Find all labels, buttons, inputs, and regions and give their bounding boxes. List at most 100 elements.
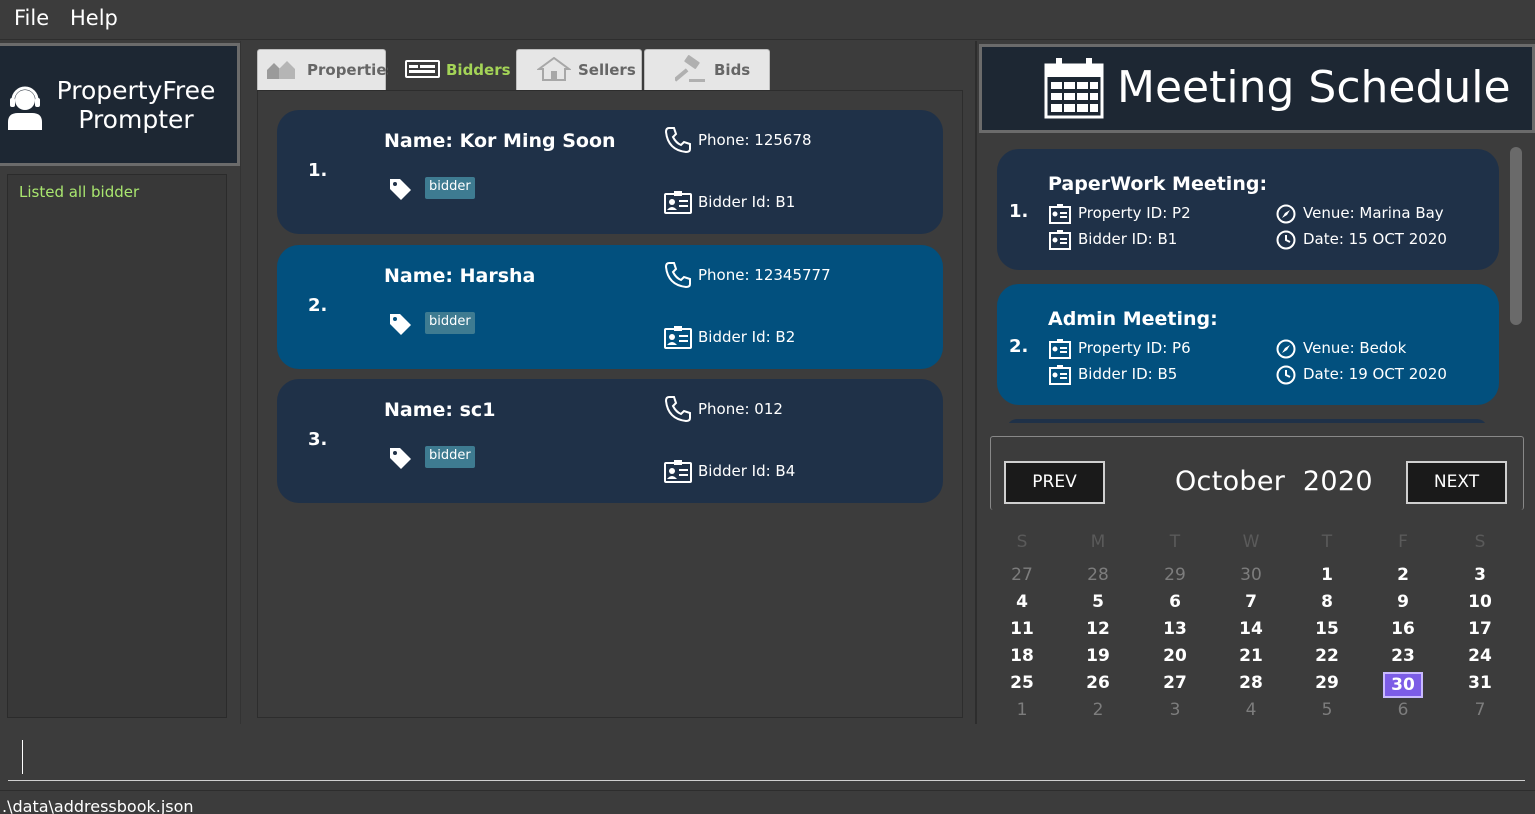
tab-properties[interactable]: Properties [257,49,395,90]
calendar-day[interactable]: 30 [1231,564,1271,590]
calendar-month: October [1175,466,1286,497]
card-index: 1. [308,160,328,181]
calendar-day[interactable]: 31 [1460,672,1500,698]
bidder-name: Name: sc1 [384,399,496,421]
calendar-day[interactable]: 7 [1460,699,1500,725]
calendar-day[interactable]: 17 [1460,618,1500,644]
tab-properties-label: Properties [307,61,396,79]
tab-bids-label: Bids [714,61,751,79]
calendar-day[interactable]: 10 [1460,591,1500,617]
card-index: 3. [308,429,328,450]
calendar-day[interactable]: 27 [1155,672,1195,698]
calendar-day[interactable]: 2 [1383,564,1423,590]
calendar-day[interactable]: 2 [1078,699,1118,725]
calendar-day[interactable]: 14 [1231,618,1271,644]
meeting-card[interactable]: 1. PaperWork Meeting: Property ID: P2 Bi… [997,149,1499,270]
calendar-day[interactable]: 28 [1231,672,1271,698]
bidder-id: Bidder Id: B2 [698,328,796,346]
brand-header: PropertyFree Prompter [0,43,240,166]
calendar-day[interactable]: 6 [1155,591,1195,617]
tag-icon [390,179,411,200]
weekday-label: F [1398,532,1408,552]
command-input[interactable] [8,728,1525,781]
phone-icon [664,262,691,289]
calendar: PREV October 2020 NEXT S M T W T F S 27 28 29 30 1 2… [990,436,1526,726]
tab-bids[interactable]: Bids [644,49,770,90]
calendar-day[interactable]: 21 [1231,645,1271,671]
calendar-day[interactable]: 18 [1002,645,1042,671]
gavel-icon [675,55,705,82]
calendar-day[interactable]: 26 [1078,672,1118,698]
id-card-icon [1049,339,1071,359]
weekday-label: S [1016,532,1028,552]
save-location: .\data\addressbook.json [2,797,194,814]
tag-icon [390,448,411,469]
calendar-day[interactable]: 8 [1307,591,1347,617]
calendar-day[interactable]: 9 [1383,591,1423,617]
calendar-day[interactable]: 3 [1460,564,1500,590]
calendar-next-button[interactable]: NEXT [1406,461,1507,504]
meeting-venue: Venue: Marina Bay [1303,204,1444,222]
calendar-day[interactable]: 19 [1078,645,1118,671]
calendar-day[interactable]: 6 [1383,699,1423,725]
weekday-label: T [1169,532,1181,552]
calendar-day[interactable]: 13 [1155,618,1195,644]
tab-bidders[interactable]: Bidders [388,49,514,90]
weekday-label: T [1321,532,1333,552]
bidder-name: Name: Harsha [384,265,536,287]
meeting-bidder-id: Bidder ID: B1 [1078,230,1178,248]
meeting-card-selected[interactable]: 2. Admin Meeting: Property ID: P6 Bidder… [997,284,1499,405]
status-bar: .\data\addressbook.json [0,790,1535,814]
calendar-day[interactable]: 3 [1155,699,1195,725]
calendar-day[interactable]: 16 [1383,618,1423,644]
menu-file[interactable]: File [14,6,49,30]
result-display[interactable]: Listed all bidder [7,174,227,718]
calendar-day[interactable]: 29 [1307,672,1347,698]
calendar-day[interactable]: 29 [1155,564,1195,590]
tab-sellers[interactable]: Sellers [516,49,642,90]
id-card-icon [1049,365,1071,385]
calendar-prev-button[interactable]: PREV [1004,461,1105,504]
calendar-day[interactable]: 23 [1383,645,1423,671]
calendar-day[interactable]: 27 [1002,564,1042,590]
meeting-list[interactable]: 1. PaperWork Meeting: Property ID: P2 Bi… [977,137,1532,423]
meeting-title: Admin Meeting: [1048,308,1218,330]
meeting-venue: Venue: Bedok [1303,339,1407,357]
menu-bar: File Help [0,0,1535,40]
meeting-list-scrollbar[interactable] [1510,147,1522,325]
calendar-day[interactable]: 4 [1002,591,1042,617]
calendar-day[interactable]: 1 [1307,564,1347,590]
bidder-card[interactable]: 1. Name: Kor Ming Soon bidder Phone: 125… [277,110,943,234]
calendar-day[interactable]: 25 [1002,672,1042,698]
calendar-day[interactable]: 1 [1002,699,1042,725]
calendar-day[interactable]: 12 [1078,618,1118,644]
calendar-day[interactable]: 28 [1078,564,1118,590]
tag-icon [390,314,411,335]
bidder-list[interactable]: 1. Name: Kor Ming Soon bidder Phone: 125… [257,90,963,718]
tab-bidders-label: Bidders [446,61,511,79]
calendar-day[interactable]: 7 [1231,591,1271,617]
meeting-property-id: Property ID: P2 [1078,204,1191,222]
bidder-card-selected[interactable]: 2. Name: Harsha bidder Phone: 12345777 B… [277,245,943,369]
id-card-icon [664,326,692,349]
calendar-day[interactable]: 22 [1307,645,1347,671]
calendar-day[interactable]: 5 [1078,591,1118,617]
calendar-month-year: October 2020 [1175,466,1373,497]
calendar-day[interactable]: 5 [1307,699,1347,725]
menu-help[interactable]: Help [70,6,118,30]
app-title-line2: Prompter [78,105,194,134]
meeting-index: 1. [1009,201,1029,222]
calendar-day[interactable]: 15 [1307,618,1347,644]
calendar-day[interactable]: 24 [1460,645,1500,671]
meeting-card-partial[interactable] [1007,419,1487,423]
calendar-icon [1044,58,1104,119]
compass-icon [1276,204,1296,224]
calendar-day-today[interactable]: 30 [1383,672,1423,698]
bidder-card[interactable]: 3. Name: sc1 bidder Phone: 012 Bidder Id… [277,379,943,503]
calendar-day[interactable]: 20 [1155,645,1195,671]
left-panel: PropertyFree Prompter Listed all bidder [0,41,241,724]
bidder-phone: Phone: 012 [698,400,783,418]
calendar-day[interactable]: 4 [1231,699,1271,725]
bidder-phone: Phone: 125678 [698,131,812,149]
calendar-day[interactable]: 11 [1002,618,1042,644]
